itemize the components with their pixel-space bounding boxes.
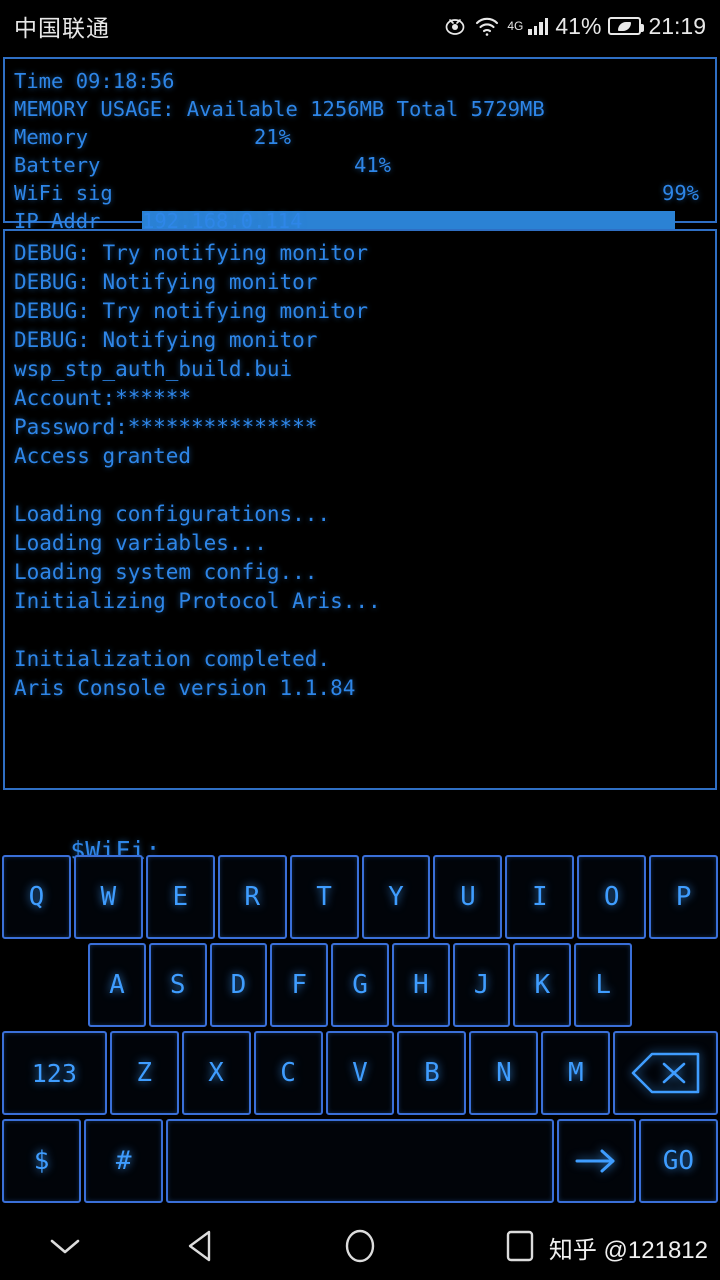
keyboard-row-4: $ # GO	[0, 1119, 720, 1203]
arrow-right-icon[interactable]	[556, 1119, 636, 1203]
console-line: Loading system config...	[14, 560, 318, 584]
wifi-stat-row: WiFi sig 99%	[14, 179, 706, 259]
key-m[interactable]: M	[541, 1031, 611, 1115]
key-p[interactable]: P	[649, 855, 719, 939]
console-line: Loading configurations...	[14, 502, 331, 526]
memory-percent-label: 21%	[254, 125, 292, 149]
wifi-stat-label: WiFi sig	[14, 181, 113, 205]
keyboard-row-2: ASDFGHJKL	[0, 943, 720, 1027]
key-g[interactable]: G	[331, 943, 389, 1027]
console-log-list: DEBUG: Try notifying monitor DEBUG: Notif…	[14, 239, 706, 703]
recents-square-icon[interactable]	[490, 1216, 550, 1276]
key-w[interactable]: W	[73, 855, 143, 939]
key-z[interactable]: Z	[109, 1031, 179, 1115]
console-line: Loading variables...	[14, 531, 267, 555]
backspace-icon[interactable]	[613, 1031, 719, 1115]
key-q[interactable]: Q	[2, 855, 71, 939]
console-line: Initialization completed.	[14, 647, 331, 671]
battery-saver-icon	[608, 17, 645, 35]
on-screen-keyboard[interactable]: QWERTYUIOP ASDFGHJKL 123 ZXCVBNM $ # GO	[0, 855, 720, 1205]
key-i[interactable]: I	[505, 855, 575, 939]
key-hash[interactable]: #	[84, 1119, 164, 1203]
key-j[interactable]: J	[452, 943, 511, 1027]
key-x[interactable]: X	[181, 1031, 251, 1115]
keyboard-row-3: 123 ZXCVBNM	[0, 1031, 720, 1115]
battery-stat-row: Battery 41%	[14, 151, 706, 231]
key-l[interactable]: L	[574, 943, 633, 1027]
key-u[interactable]: U	[433, 855, 503, 939]
keyboard-row-1: QWERTYUIOP	[0, 855, 720, 939]
battery-bar-track	[142, 155, 675, 231]
navigation-bar: 知乎 @121812	[0, 1212, 720, 1280]
key-r[interactable]: R	[217, 855, 287, 939]
console-line: DEBUG: Try notifying monitor	[14, 241, 369, 265]
key-o[interactable]: O	[577, 855, 647, 939]
memory-bar-track	[142, 127, 675, 203]
console-line: DEBUG: Try notifying monitor	[14, 299, 369, 323]
key-s[interactable]: S	[148, 943, 207, 1027]
home-circle-icon[interactable]	[330, 1216, 390, 1276]
wifi-percent-label: 99%	[662, 181, 700, 205]
key-e[interactable]: E	[145, 855, 215, 939]
key-t[interactable]: T	[289, 855, 359, 939]
signal-bars-icon	[528, 17, 549, 35]
eye-care-icon	[443, 14, 467, 38]
key-h[interactable]: H	[391, 943, 450, 1027]
battery-stat-label: Battery	[14, 153, 101, 177]
status-bar: 中国联通 4G 41% 21:19	[0, 0, 720, 52]
console-line: Password:***************	[14, 415, 318, 439]
carrier-label: 中国联通	[14, 15, 110, 41]
memory-usage-line: MEMORY USAGE: Available 1256MB Total 572…	[14, 97, 545, 121]
key-123[interactable]: 123	[2, 1031, 107, 1115]
chevron-down-icon[interactable]	[35, 1216, 95, 1276]
key-c[interactable]: C	[253, 1031, 323, 1115]
key-b[interactable]: B	[397, 1031, 467, 1115]
battery-percent-stat-label: 41%	[354, 153, 392, 177]
console-line: Access granted	[14, 444, 192, 468]
watermark-label: 知乎 @121812	[548, 1237, 708, 1264]
wifi-bar-track	[142, 183, 675, 259]
battery-percent-label: 41%	[555, 12, 602, 39]
key-y[interactable]: Y	[361, 855, 431, 939]
key-f[interactable]: F	[270, 943, 329, 1027]
time-line: Time 09:18:56	[14, 69, 175, 93]
key-d[interactable]: D	[209, 943, 268, 1027]
memory-stat-label: Memory	[14, 125, 89, 149]
key-space[interactable]	[166, 1119, 554, 1203]
key-n[interactable]: N	[469, 1031, 539, 1115]
console-line: Account:******	[14, 386, 192, 410]
console-line: wsp_stp_auth_build.bui	[14, 357, 293, 381]
system-status-panel: Time 09:18:56 MEMORY USAGE: Available 12…	[3, 57, 717, 259]
key-go[interactable]: GO	[638, 1119, 719, 1203]
console-line: Aris Console version 1.1.84	[14, 676, 356, 700]
back-triangle-icon[interactable]	[170, 1216, 230, 1276]
wifi-icon	[474, 15, 500, 37]
network-type-label: 4G	[507, 19, 524, 33]
phone-screen: 中国联通 4G 41% 21:19 Time 09:18:56 MEMORY U…	[0, 0, 720, 1280]
console-line: DEBUG: Notifying monitor	[14, 328, 318, 352]
key-a[interactable]: A	[88, 943, 146, 1027]
key-v[interactable]: V	[325, 1031, 395, 1115]
console-output-panel[interactable]: DEBUG: Try notifying monitor DEBUG: Notif…	[3, 229, 717, 790]
clock-label: 21:19	[648, 12, 706, 39]
console-line: DEBUG: Notifying monitor	[14, 270, 318, 294]
memory-stat-row: Memory 21%	[14, 123, 706, 203]
status-icons-group: 4G 41% 21:19	[443, 13, 706, 40]
key-k[interactable]: K	[513, 943, 572, 1027]
console-line: Initializing Protocol Aris...	[14, 589, 381, 613]
key-dollar[interactable]: $	[2, 1119, 82, 1203]
